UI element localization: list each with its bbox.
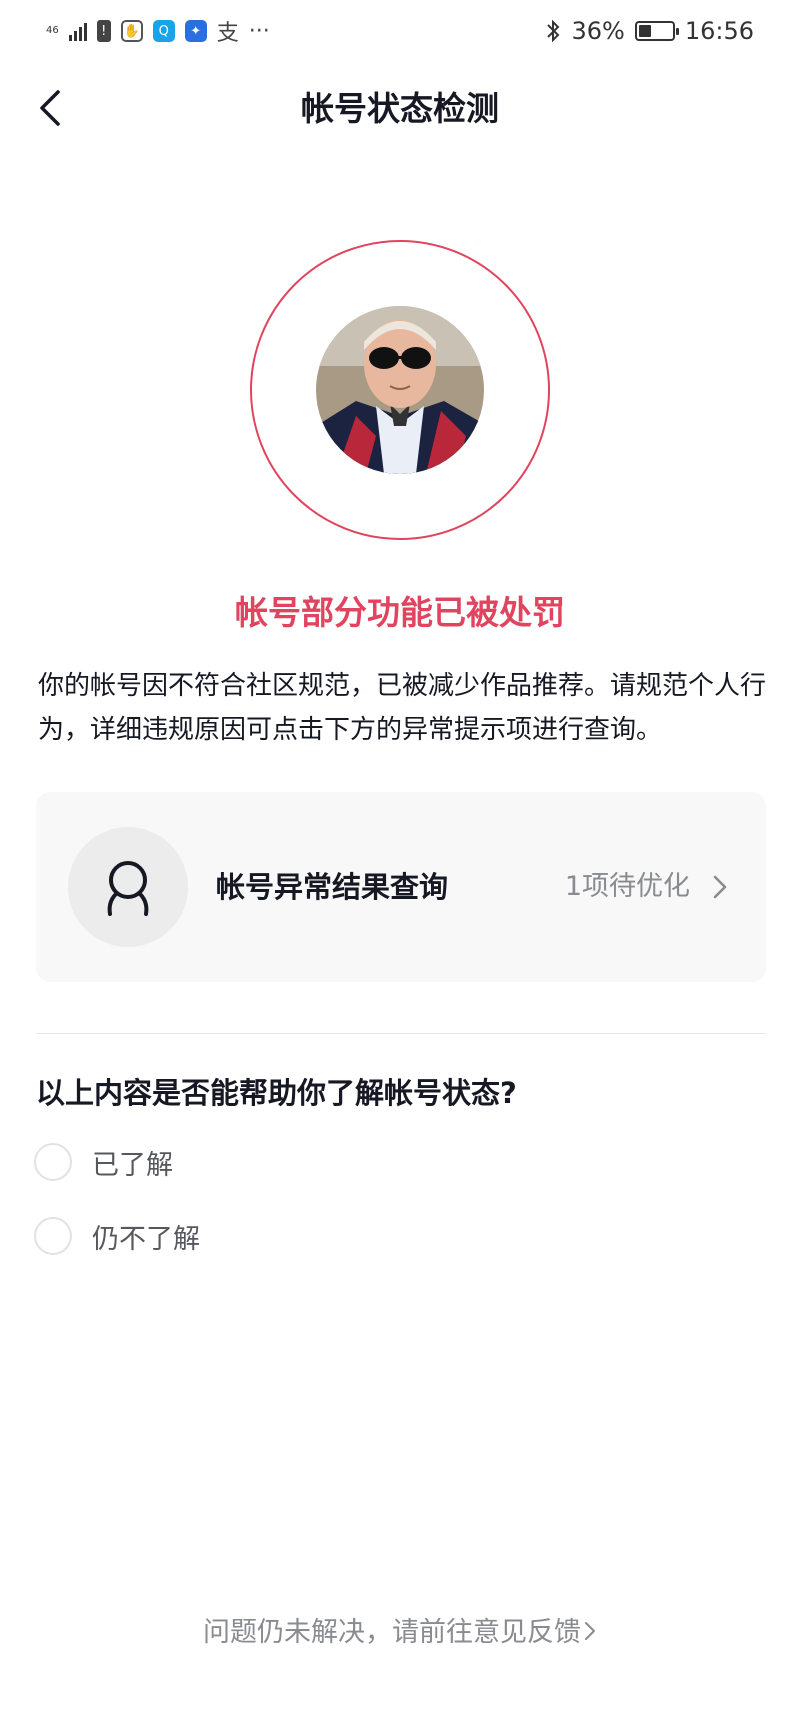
option-label: 仍不了解	[92, 1223, 200, 1255]
option-not-understood[interactable]: 仍不了解	[34, 1214, 200, 1258]
feedback-text: 问题仍未解决，请前往意见反馈	[203, 1617, 581, 1648]
status-bar-right: 36% 16:56	[545, 14, 754, 48]
battery-percent: 36%	[571, 17, 625, 45]
status-bar-left: 46 ! ✋ Q ✦ 支 ···	[46, 14, 270, 48]
card-icon-circle	[68, 827, 188, 947]
feedback-link[interactable]: 问题仍未解决，请前往意见反馈	[0, 1610, 800, 1649]
card-title: 帐号异常结果查询	[216, 870, 449, 904]
signal-icon	[68, 21, 87, 41]
chevron-right-icon	[713, 875, 727, 899]
nav-bar: 帐号状态检测	[0, 62, 800, 156]
search-app-icon: Q	[152, 20, 175, 42]
radio-button[interactable]	[34, 1143, 72, 1181]
chevron-right-icon	[585, 1622, 595, 1640]
clock: 16:56	[684, 17, 754, 45]
option-understood[interactable]: 已了解	[34, 1140, 173, 1184]
more-notifications-icon: ···	[248, 18, 270, 44]
person-icon	[107, 861, 149, 916]
radio-button[interactable]	[34, 1217, 72, 1255]
divider	[36, 1033, 766, 1034]
option-label: 已了解	[92, 1149, 173, 1181]
page-title: 帐号状态检测	[301, 89, 499, 128]
network-indicator: 46	[46, 26, 59, 36]
bulb-icon: ✦	[184, 20, 207, 42]
battery-icon	[634, 21, 679, 41]
survey-question: 以上内容是否能帮助你了解帐号状态?	[36, 1076, 517, 1110]
network-type: 46	[46, 25, 59, 36]
alert-icon: !	[96, 20, 111, 42]
hand-icon: ✋	[120, 20, 143, 42]
alipay-icon: 支	[216, 21, 239, 46]
avatar	[316, 306, 484, 474]
bluetooth-icon	[547, 19, 560, 43]
card-status: 1项待优化	[564, 871, 690, 902]
account-result-card[interactable]: 帐号异常结果查询 1项待优化	[36, 792, 766, 982]
user-avatar-image	[316, 306, 484, 474]
punishment-title: 帐号部分功能已被处罚	[235, 593, 565, 632]
punishment-description: 你的帐号因不符合社区规范，已被减少作品推荐。请规范个人行为，详细违规原因可点击下…	[38, 671, 767, 745]
status-bar: 46 ! ✋ Q ✦ 支 ··· 36% 16:56	[0, 0, 800, 62]
